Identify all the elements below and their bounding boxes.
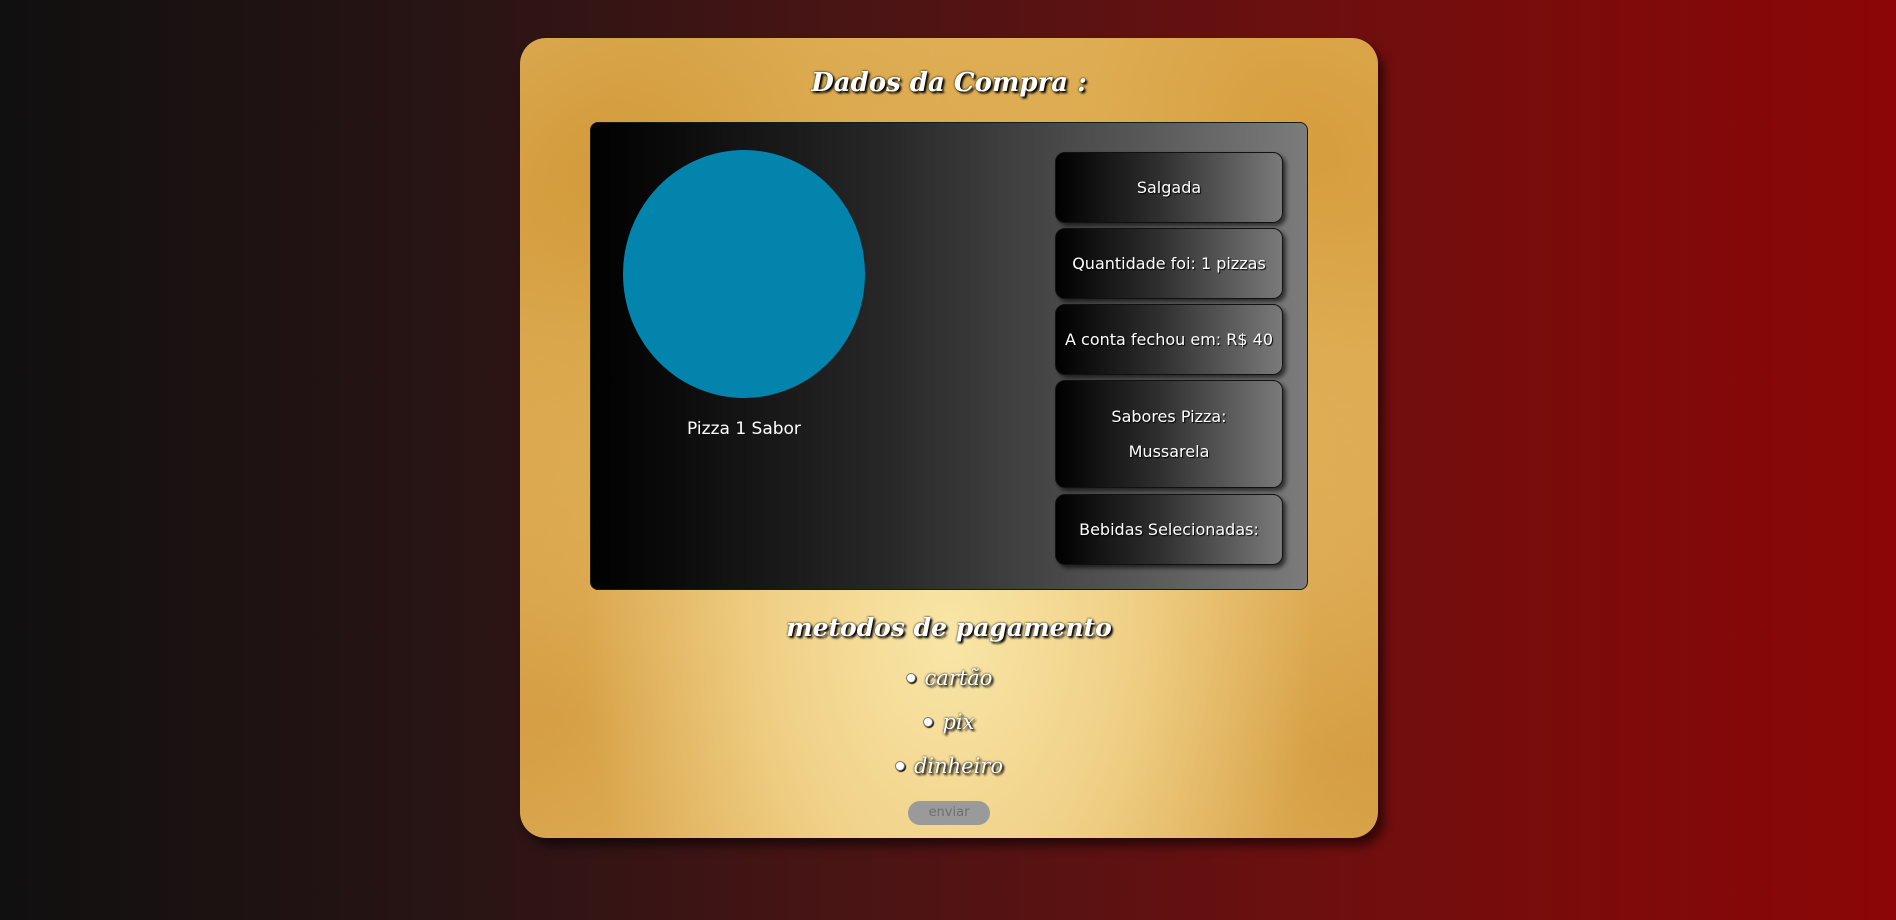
quantity-text: Quantidade foi: 1 pizzas	[1072, 254, 1266, 273]
payment-option-label: dinheiro	[913, 754, 1004, 778]
total-text: A conta fechou em: R$ 40	[1065, 330, 1273, 349]
pizza-label: Pizza 1 Sabor	[687, 419, 801, 439]
payment-option-label: pix	[942, 710, 975, 734]
flavors-box: Sabores Pizza: Mussarela	[1055, 380, 1283, 488]
radio-dinheiro[interactable]	[894, 761, 905, 771]
order-summary-panel: Pizza 1 Sabor Salgada Quantidade foi: 1 …	[590, 122, 1308, 590]
radio-cartao[interactable]	[905, 673, 916, 683]
payment-methods-title: metodos de pagamento	[786, 613, 1112, 642]
radio-pix[interactable]	[923, 717, 934, 727]
payment-option-pix[interactable]: pix	[520, 710, 1378, 734]
payment-option-dinheiro[interactable]: dinheiro	[520, 754, 1378, 778]
submit-button[interactable]: enviar	[908, 801, 990, 825]
drinks-box: Bebidas Selecionadas:	[1055, 494, 1283, 565]
pizza-image	[623, 150, 865, 398]
drinks-label: Bebidas Selecionadas:	[1079, 520, 1259, 539]
flavors-label: Sabores Pizza:	[1111, 407, 1227, 426]
purchase-card: Dados da Compra : Pizza 1 Sabor Salgada …	[520, 38, 1378, 838]
flavors-value: Mussarela	[1128, 442, 1210, 461]
page-title: Dados da Compra :	[811, 68, 1087, 98]
total-box: A conta fechou em: R$ 40	[1055, 304, 1283, 375]
quantity-box: Quantidade foi: 1 pizzas	[1055, 228, 1283, 299]
pizza-type-box: Salgada	[1055, 152, 1283, 223]
payment-option-label: cartão	[924, 666, 993, 690]
payment-option-cartao[interactable]: cartão	[520, 666, 1378, 690]
pizza-type-text: Salgada	[1136, 178, 1202, 197]
